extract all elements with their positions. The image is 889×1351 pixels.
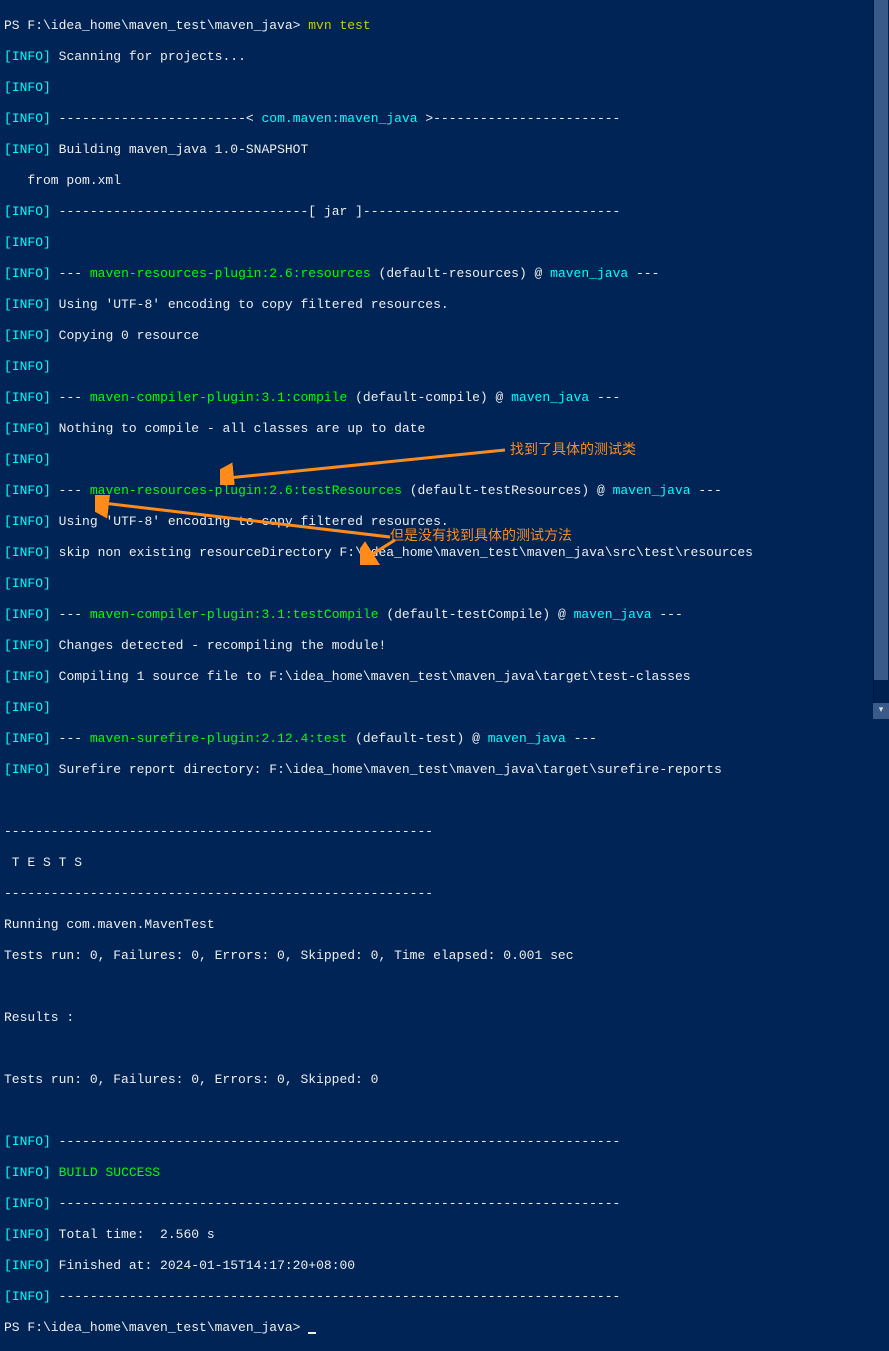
tests-run-summary: Tests run: 0, Failures: 0, Errors: 0, Sk…: [4, 1072, 378, 1087]
prompt: PS F:\idea_home\maven_test\maven_java>: [4, 18, 308, 33]
building-line: Building maven_java 1.0-SNAPSHOT: [51, 142, 308, 157]
command: mvn test: [308, 18, 370, 33]
plugin-compile: maven-compiler-plugin:3.1:compile: [90, 390, 347, 405]
annotation-found-test-class: 找到了具体的测试类: [510, 442, 636, 458]
finished-at: Finished at: 2024-01-15T14:17:20+08:00: [51, 1258, 355, 1273]
prompt[interactable]: PS F:\idea_home\maven_test\maven_java>: [4, 1320, 308, 1335]
build-success: BUILD SUCCESS: [59, 1165, 160, 1180]
total-time: Total time: 2.560 s: [51, 1227, 215, 1242]
cursor: [308, 1332, 316, 1334]
plugin-test-compile: maven-compiler-plugin:3.1:testCompile: [90, 607, 379, 622]
running-test: Running com.maven.MavenTest: [4, 917, 215, 932]
plugin-test-resources: maven-resources-plugin:2.6:testResources: [90, 483, 402, 498]
scrollbar-down-button[interactable]: ▾: [873, 703, 889, 719]
annotation-no-test-method: 但是没有找到具体的测试方法: [390, 528, 572, 544]
terminal-output: PS F:\idea_home\maven_test\maven_java> m…: [4, 2, 885, 1351]
plugin-resources: maven-resources-plugin:2.6:resources: [90, 266, 371, 281]
surefire-dir: Surefire report directory: F:\idea_home\…: [51, 762, 722, 777]
scrollbar-track[interactable]: ▾: [873, 0, 889, 719]
project-id: com.maven:maven_java: [261, 111, 417, 126]
results-label: Results :: [4, 1010, 74, 1025]
info-tag: INFO: [12, 49, 43, 64]
tests-run-detail: Tests run: 0, Failures: 0, Errors: 0, Sk…: [4, 948, 574, 963]
tests-header: T E S T S: [4, 855, 82, 870]
plugin-surefire: maven-surefire-plugin:2.12.4:test: [90, 731, 347, 746]
scrollbar-thumb[interactable]: [874, 0, 888, 680]
